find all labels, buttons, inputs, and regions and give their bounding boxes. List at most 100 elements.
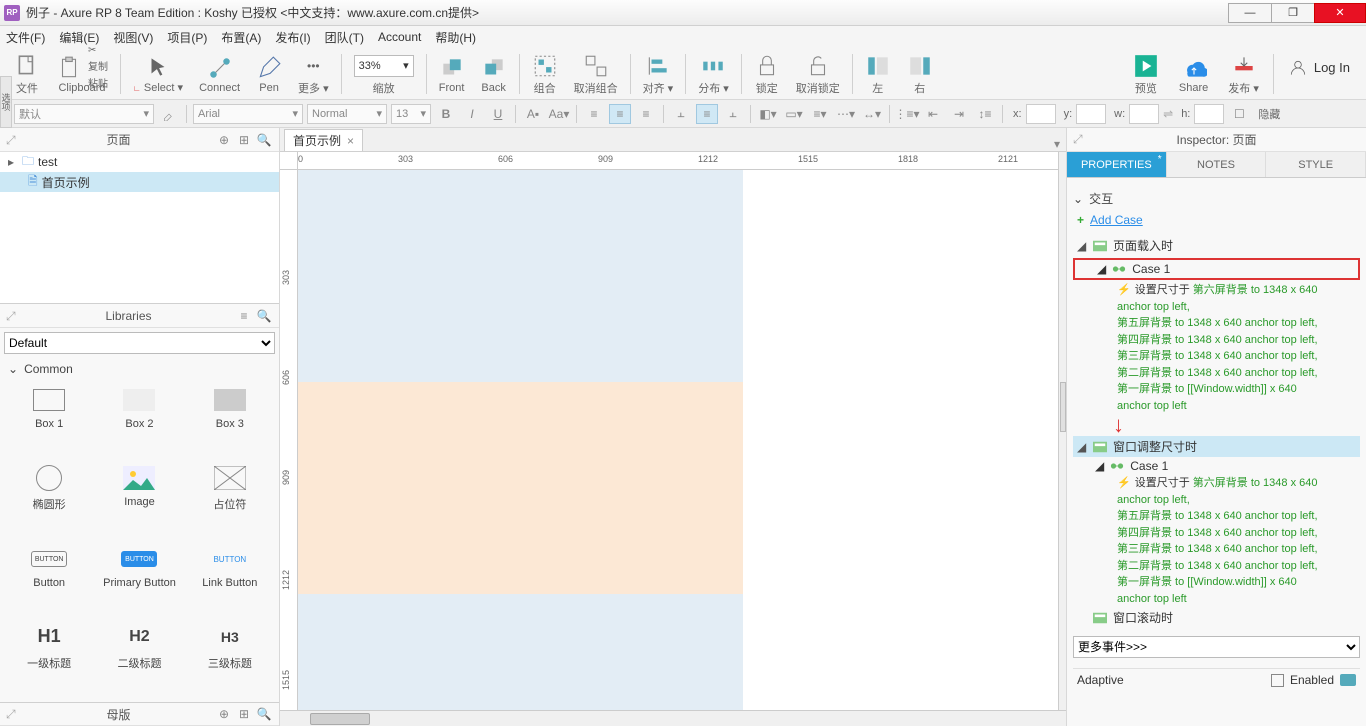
close-tab-icon[interactable]: ×: [347, 134, 354, 148]
lib-box1[interactable]: Box 1: [6, 386, 92, 456]
tb-clipboard[interactable]: ✂ 复制 粘贴 Clipboard: [48, 48, 116, 99]
lib-h3[interactable]: H3三级标题: [187, 623, 273, 697]
more-text-button[interactable]: Aa▾: [548, 104, 570, 124]
menu-account[interactable]: Account: [378, 30, 421, 44]
tb-distribute[interactable]: 分布 ▾: [690, 48, 737, 99]
add-page-icon[interactable]: ⊕: [215, 131, 233, 149]
ruler-horizontal[interactable]: 0 303 606 909 1212 1515 1818 2121: [298, 152, 1066, 170]
tb-login[interactable]: Log In: [1278, 48, 1360, 99]
add-case-link[interactable]: + Add Case: [1077, 213, 1360, 227]
pin-icon[interactable]: ⤢: [6, 309, 20, 323]
left-vertical-tab[interactable]: 选项: [0, 76, 12, 128]
lib-box2[interactable]: Box 2: [96, 386, 182, 456]
tb-align[interactable]: 对齐 ▾: [635, 48, 682, 99]
maximize-button[interactable]: ❐: [1271, 3, 1315, 23]
more-events-select[interactable]: 更多事件>>>: [1073, 636, 1360, 658]
add-master-icon[interactable]: ⊕: [215, 705, 233, 723]
tb-pen[interactable]: Pen: [248, 48, 290, 99]
indent-button[interactable]: ⇥: [948, 104, 970, 124]
lib-menu-icon[interactable]: ≡: [235, 307, 253, 325]
underline-button[interactable]: U: [487, 104, 509, 124]
size-select[interactable]: 13▾: [391, 104, 431, 124]
tb-lock[interactable]: 锁定: [746, 48, 788, 99]
arrow-button[interactable]: ↔▾: [861, 104, 883, 124]
weight-select[interactable]: Normal▾: [307, 104, 387, 124]
tb-front[interactable]: Front: [431, 48, 473, 99]
cut-icon[interactable]: ✂: [88, 45, 108, 56]
tb-left[interactable]: 左: [857, 48, 899, 99]
menu-file[interactable]: 文件(F): [6, 29, 45, 46]
lib-image[interactable]: Image: [96, 464, 182, 538]
pin-icon[interactable]: ⤢: [6, 133, 20, 147]
font-select[interactable]: Arial▾: [193, 104, 303, 124]
pin-icon[interactable]: ⤢: [1073, 132, 1083, 147]
lib-link-button[interactable]: BUTTONLink Button: [187, 545, 273, 615]
tab-notes[interactable]: NOTES: [1167, 152, 1267, 177]
tb-connect[interactable]: Connect: [191, 48, 248, 99]
action-onload[interactable]: ⚡设置尺寸于 第六屏背景 to 1348 x 640 anchor top le…: [1117, 282, 1360, 414]
menu-arrange[interactable]: 布置(A): [221, 29, 261, 46]
zoom-input[interactable]: 33%▾: [354, 55, 414, 77]
event-onscroll[interactable]: ◢ 窗口滚动时: [1073, 607, 1360, 628]
pin-icon[interactable]: ⤢: [6, 707, 20, 721]
add-folder-icon[interactable]: ⊞: [235, 131, 253, 149]
event-onload[interactable]: ◢ 页面载入时: [1073, 235, 1360, 256]
align-center-button[interactable]: ≡: [609, 104, 631, 124]
bullets-button[interactable]: ⋮≡▾: [896, 104, 918, 124]
copy-label[interactable]: 复制: [88, 58, 108, 73]
lib-placeholder[interactable]: 占位符: [187, 464, 273, 538]
menu-publish[interactable]: 发布(I): [275, 29, 310, 46]
tree-page-home[interactable]: 🗎 首页示例: [0, 172, 279, 192]
menu-help[interactable]: 帮助(H): [435, 29, 476, 46]
tree-folder-test[interactable]: ▸ 🗀 test: [0, 152, 279, 172]
bold-button[interactable]: B: [435, 104, 457, 124]
tb-publish[interactable]: 发布 ▾: [1218, 48, 1269, 99]
lineheight-button[interactable]: ↕≡: [974, 104, 996, 124]
eyedropper-icon[interactable]: [158, 104, 180, 124]
canvas-band-2[interactable]: [298, 382, 743, 594]
case1-onresize[interactable]: ◢ Case 1: [1073, 457, 1360, 475]
tb-unlock[interactable]: 取消锁定: [788, 48, 848, 99]
hidden-checkbox[interactable]: ☐: [1228, 104, 1250, 124]
search-masters-icon[interactable]: 🔍: [255, 705, 273, 723]
tb-select[interactable]: ∟ Select ▾: [125, 48, 191, 99]
outdent-button[interactable]: ⇤: [922, 104, 944, 124]
menu-team[interactable]: 团队(T): [325, 29, 364, 46]
style-select[interactable]: 默认▾: [14, 104, 154, 124]
italic-button[interactable]: I: [461, 104, 483, 124]
tb-ungroup[interactable]: 取消组合: [566, 48, 626, 99]
valign-bot-button[interactable]: ⫠: [722, 104, 744, 124]
font-color-button[interactable]: A▪: [522, 104, 544, 124]
ruler-vertical[interactable]: 303 606 909 1212 1515: [280, 170, 298, 710]
close-button[interactable]: ✕: [1314, 3, 1366, 23]
tb-right[interactable]: 右: [899, 48, 941, 99]
tabs-dropdown-icon[interactable]: ▾: [1054, 137, 1060, 151]
x-input[interactable]: [1026, 104, 1056, 124]
valign-mid-button[interactable]: ≡: [696, 104, 718, 124]
adaptive-icon[interactable]: [1340, 674, 1356, 686]
search-pages-icon[interactable]: 🔍: [255, 131, 273, 149]
tab-properties[interactable]: PROPERTIES*: [1067, 152, 1167, 177]
add-master-folder-icon[interactable]: ⊞: [235, 705, 253, 723]
tb-file[interactable]: 文件: [6, 48, 48, 99]
event-onresize[interactable]: ◢ 窗口调整尺寸时: [1073, 436, 1360, 457]
w-input[interactable]: [1129, 104, 1159, 124]
tb-back[interactable]: Back: [473, 48, 515, 99]
line-width-button[interactable]: ≡▾: [809, 104, 831, 124]
canvas[interactable]: [298, 170, 1066, 710]
tab-style[interactable]: STYLE: [1266, 152, 1366, 177]
h-input[interactable]: [1194, 104, 1224, 124]
menu-project[interactable]: 项目(P): [167, 29, 207, 46]
lib-h2[interactable]: H2二级标题: [96, 623, 182, 697]
canvas-band-1[interactable]: [298, 170, 743, 382]
lib-h1[interactable]: H1一级标题: [6, 623, 92, 697]
line-style-button[interactable]: ⋯▾: [835, 104, 857, 124]
lib-ellipse[interactable]: 椭圆形: [6, 464, 92, 538]
tb-group[interactable]: 组合: [524, 48, 566, 99]
case1-onload[interactable]: ◢ Case 1: [1073, 258, 1360, 280]
lib-button[interactable]: BUTTONButton: [6, 545, 92, 615]
line-color-button[interactable]: ▭▾: [783, 104, 805, 124]
y-input[interactable]: [1076, 104, 1106, 124]
minimize-button[interactable]: —: [1228, 3, 1272, 23]
menu-edit[interactable]: 编辑(E): [59, 29, 99, 46]
